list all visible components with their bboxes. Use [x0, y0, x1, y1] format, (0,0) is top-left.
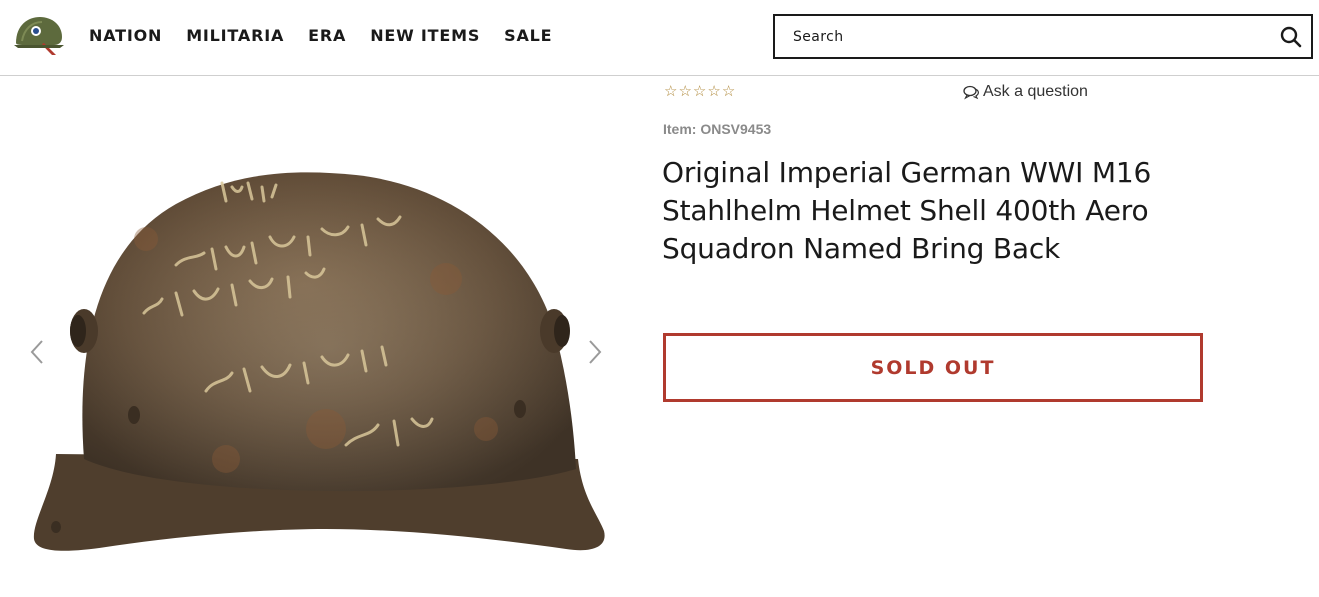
star-rating[interactable]: ☆ ☆ ☆ ☆ ☆	[664, 84, 735, 100]
search-box	[773, 14, 1313, 59]
nav-item-new-items[interactable]: NEW ITEMS	[370, 26, 480, 45]
search-icon[interactable]	[1279, 25, 1303, 49]
search-input[interactable]	[793, 16, 1263, 57]
product-image-helmet[interactable]	[26, 129, 612, 569]
sold-out-button[interactable]: SOLD OUT	[663, 333, 1203, 402]
item-code-label: Item:	[663, 121, 701, 137]
star-outline-icon: ☆	[692, 83, 707, 100]
nav-item-militaria[interactable]: MILITARIA	[186, 26, 284, 45]
nav-item-nation[interactable]: NATION	[89, 26, 162, 45]
star-outline-icon: ☆	[678, 83, 692, 100]
nav-item-era[interactable]: ERA	[308, 26, 346, 45]
item-code: Item: ONSV9453	[663, 121, 771, 137]
ask-question-label: Ask a question	[983, 83, 1088, 100]
main-nav: NATION MILITARIA ERA NEW ITEMS SALE	[89, 26, 552, 45]
ask-question-link[interactable]: Ask a question	[963, 83, 1088, 101]
chat-bubbles-icon	[963, 85, 979, 99]
product-title: Original Imperial German WWI M16 Stahlhe…	[662, 156, 1152, 265]
nav-item-sale[interactable]: SALE	[504, 26, 552, 45]
sold-out-label: SOLD OUT	[870, 356, 996, 379]
gallery-prev-chevron-left-icon[interactable]	[28, 337, 48, 367]
star-outline-icon: ☆	[664, 83, 678, 100]
star-outline-icon: ☆	[707, 83, 721, 100]
site-header: NATION MILITARIA ERA NEW ITEMS SALE	[0, 0, 1319, 76]
gallery-next-chevron-right-icon[interactable]	[584, 337, 604, 367]
product-gallery	[0, 77, 630, 597]
army-helmet-logo-icon[interactable]	[12, 13, 66, 57]
star-outline-icon: ☆	[721, 83, 736, 100]
item-code-value: ONSV9453	[700, 121, 772, 137]
